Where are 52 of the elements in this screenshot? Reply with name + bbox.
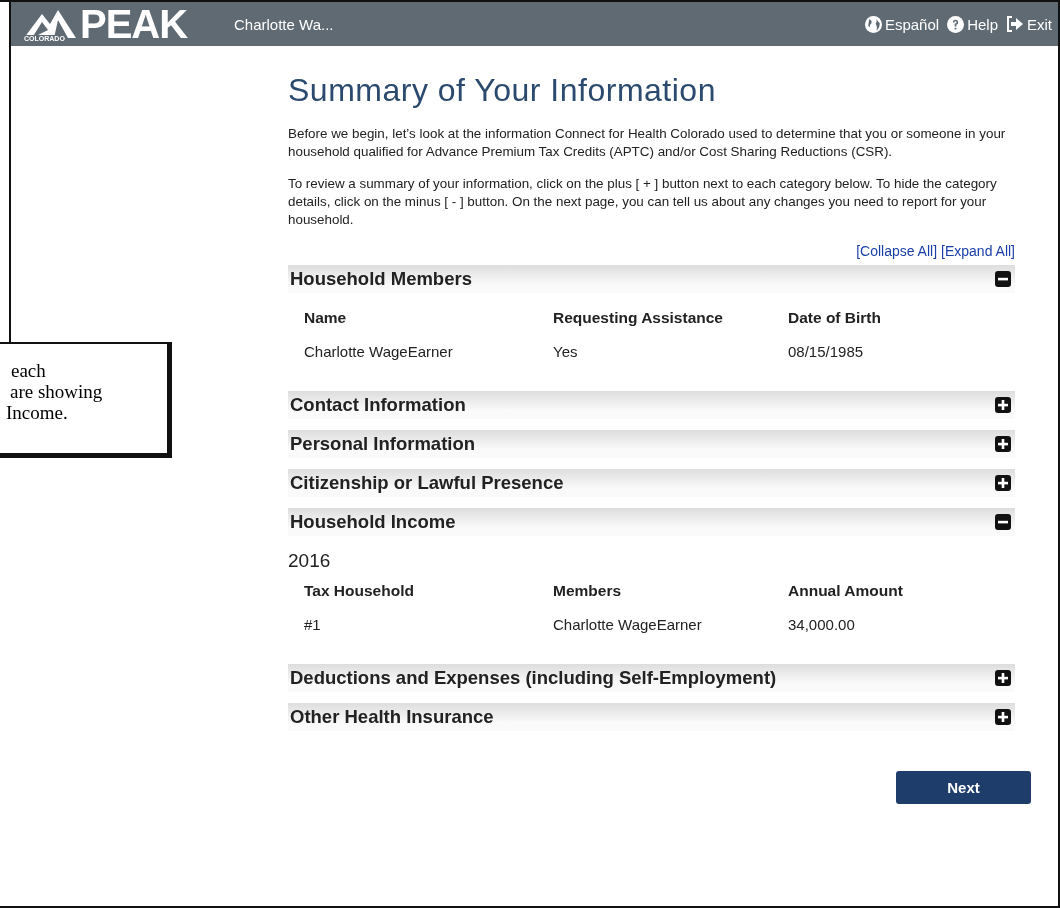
mountain-logo-icon bbox=[24, 8, 76, 38]
plus-icon[interactable] bbox=[995, 670, 1011, 686]
year-label: 2016 bbox=[288, 550, 332, 572]
column-header: Members bbox=[553, 582, 623, 600]
exit-icon bbox=[1006, 16, 1024, 32]
column-header: Annual Amount bbox=[788, 582, 904, 600]
section-title: Personal Information bbox=[290, 433, 476, 455]
toggle-all-link[interactable]: [Collapse All] bbox=[856, 243, 938, 259]
section-header[interactable]: Personal Information bbox=[288, 430, 1015, 458]
table-cell-text: #1 bbox=[304, 616, 322, 633]
toggle-all-link[interactable]: [Expand All] bbox=[941, 243, 1015, 259]
section-header[interactable]: Other Health Insurance bbox=[288, 703, 1015, 731]
section-header[interactable]: Citizenship or Lawful Presence bbox=[288, 469, 1015, 497]
intro-paragraph: Before we begin, let’s look at the information Connect for Health Colorado used to determine that you or someone in your household qualified for Advance Premium Tax Credits (APTC) and/or Cost Sharing Reductions (CSR). bbox=[288, 125, 1007, 161]
minus-icon[interactable] bbox=[995, 514, 1011, 530]
user-name: Charlotte Wa... bbox=[234, 15, 334, 33]
next-button[interactable]: Next bbox=[896, 771, 1031, 804]
section-header[interactable]: Deductions and Expenses (including Self-Employment) bbox=[288, 664, 1015, 692]
plus-icon[interactable] bbox=[995, 397, 1011, 413]
callout-text: are showing bbox=[9, 381, 104, 402]
header-link[interactable]: Exit bbox=[1006, 15, 1052, 33]
section-title: Household Income bbox=[290, 511, 456, 533]
minus-icon[interactable] bbox=[995, 271, 1011, 287]
table-cell-text: 08/15/1985 bbox=[788, 343, 865, 360]
column-header: Date of Birth bbox=[788, 309, 882, 327]
plus-icon[interactable] bbox=[995, 475, 1011, 491]
plus-icon[interactable] bbox=[995, 709, 1011, 725]
section-header[interactable]: Household Members bbox=[288, 265, 1015, 293]
section-header[interactable]: Household Income bbox=[288, 508, 1015, 536]
column-header: Name bbox=[304, 309, 348, 327]
callout-text: Income. bbox=[5, 402, 69, 423]
logo-text: PEAK bbox=[80, 2, 188, 46]
plus-icon[interactable] bbox=[995, 436, 1011, 452]
callout-text: each bbox=[10, 360, 47, 381]
column-header: Requesting Assistance bbox=[553, 309, 724, 327]
header-link[interactable]: Help bbox=[947, 15, 998, 33]
section-title: Other Health Insurance bbox=[290, 706, 494, 728]
page-title: Summary of Your Information bbox=[288, 72, 717, 109]
section-header[interactable]: Contact Information bbox=[288, 391, 1015, 419]
section-title: Deductions and Expenses (including Self-Employment) bbox=[290, 667, 777, 689]
globe-icon bbox=[864, 15, 882, 33]
table-cell-text: 34,000.00 bbox=[788, 616, 856, 633]
section-title: Household Members bbox=[290, 268, 472, 290]
help-icon bbox=[947, 15, 965, 33]
table-cell-text: Charlotte WageEarner bbox=[304, 343, 454, 360]
table-cell-text: Charlotte WageEarner bbox=[553, 616, 703, 633]
section-title: Citizenship or Lawful Presence bbox=[290, 472, 564, 494]
section-title: Contact Information bbox=[290, 394, 466, 416]
table-cell-text: Yes bbox=[553, 343, 579, 360]
header-link[interactable]: Español bbox=[864, 15, 940, 33]
column-header: Tax Household bbox=[304, 582, 415, 600]
intro-paragraph: To review a summary of your information, click on the plus [ + ] button next to each category below. To hide the category details, click on the minus [ - ] button. On the next page, you can tell us about any changes you need to report for your household. bbox=[288, 175, 998, 229]
